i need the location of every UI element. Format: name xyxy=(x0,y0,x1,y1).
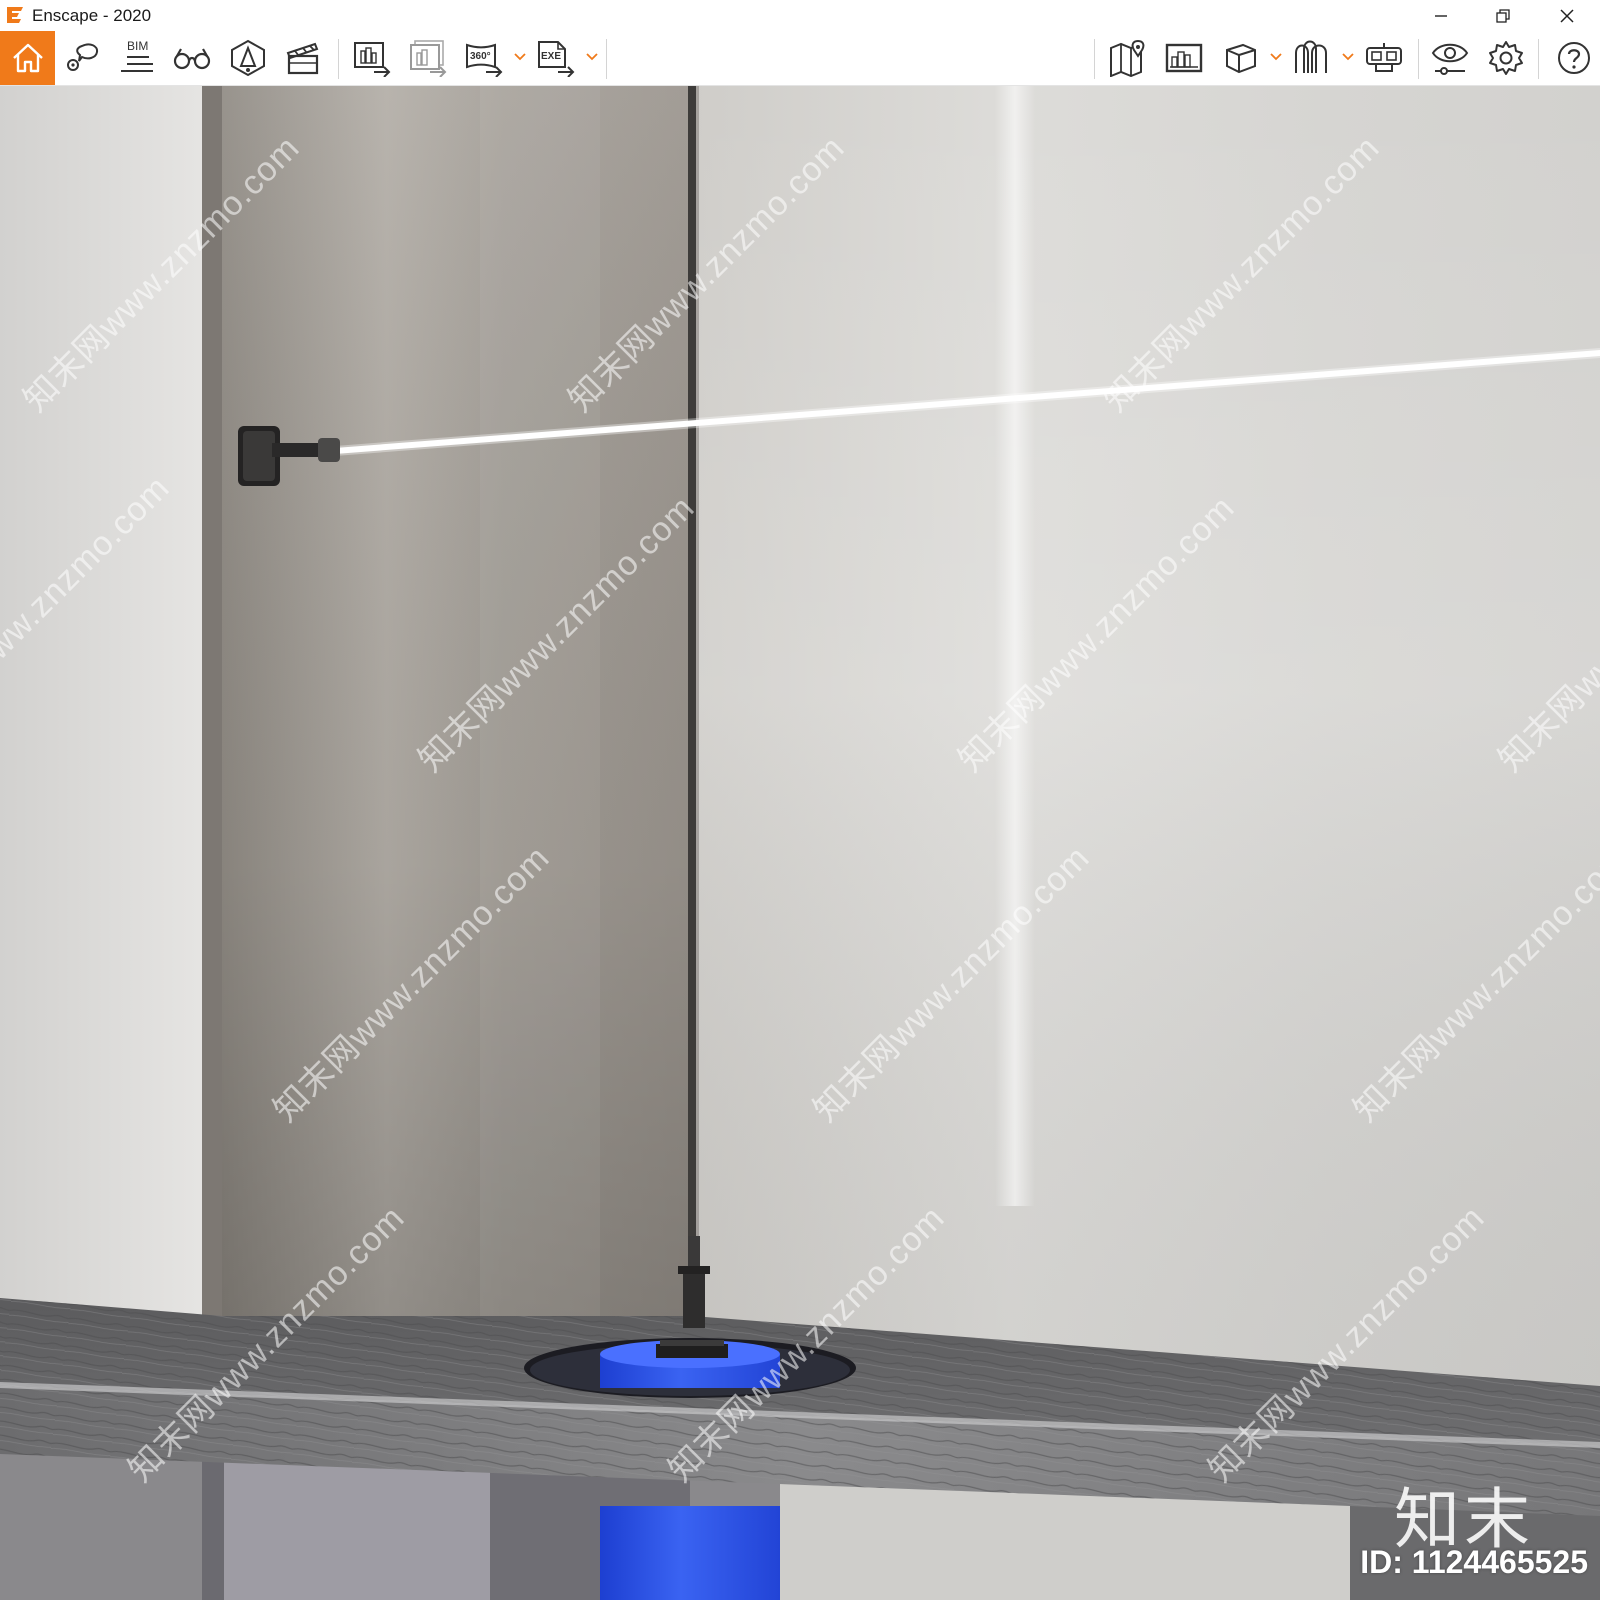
screenshot-export-icon xyxy=(354,42,391,77)
bim-icon: BIM xyxy=(121,39,153,72)
asset-library-button[interactable] xyxy=(1214,31,1266,85)
svg-text:EXE: EXE xyxy=(541,51,561,62)
visual-settings-icon xyxy=(1431,43,1469,75)
chevron-down-icon xyxy=(1270,53,1282,61)
restore-icon xyxy=(1496,8,1510,23)
help-button[interactable] xyxy=(1548,31,1600,85)
exe-dropdown-caret[interactable] xyxy=(584,49,600,65)
chevron-down-icon xyxy=(1342,53,1354,61)
render-scene xyxy=(0,86,1600,1600)
vr-headset-icon xyxy=(1366,43,1402,72)
map-button[interactable] xyxy=(1102,31,1154,85)
bim-button[interactable]: BIM xyxy=(111,31,163,85)
enscape-window: Enscape - 2020 BIM 360° EXE 知末网www.znzmo… xyxy=(0,0,1600,1600)
toolbar-separator xyxy=(338,39,339,79)
exe-export-button[interactable]: EXE xyxy=(530,31,582,85)
minimize-icon xyxy=(1435,14,1447,17)
gear-icon xyxy=(1489,41,1523,75)
settings-button[interactable] xyxy=(1480,31,1532,85)
home-icon xyxy=(12,43,43,73)
close-button[interactable] xyxy=(1536,0,1598,31)
enscape-logo-icon xyxy=(7,7,23,23)
panorama-dropdown-caret[interactable] xyxy=(512,49,528,65)
exe-export-icon: EXE xyxy=(538,41,575,77)
title-bar: Enscape - 2020 xyxy=(0,0,1600,31)
minimap-icon xyxy=(1165,43,1203,73)
help-icon xyxy=(1558,42,1590,74)
asset-dropdown-caret[interactable] xyxy=(1268,49,1284,65)
render-viewport[interactable]: 知末网www.znzmo.com 知末网www.znzmo.com 知末网www… xyxy=(0,86,1600,1600)
chevron-down-icon xyxy=(514,53,526,61)
views-button[interactable] xyxy=(57,31,109,85)
restore-button[interactable] xyxy=(1472,0,1534,31)
materials-dropdown-caret[interactable] xyxy=(1340,49,1356,65)
svg-text:BIM: BIM xyxy=(127,39,148,53)
panorama-360-button[interactable]: 360° xyxy=(458,31,510,85)
toolbar: BIM 360° EXE xyxy=(0,31,1600,112)
close-icon xyxy=(1560,8,1574,23)
chevron-down-icon xyxy=(586,53,598,61)
asset-library-icon xyxy=(1226,43,1256,74)
visual-settings-button[interactable] xyxy=(1424,31,1476,85)
minimap-button[interactable] xyxy=(1158,31,1210,85)
screenshot-export-button[interactable] xyxy=(346,31,398,85)
map-icon xyxy=(1110,39,1145,77)
toolbar-separator xyxy=(606,39,607,79)
toolbar-separator xyxy=(1538,39,1539,79)
panorama-360-icon: 360° xyxy=(466,43,503,77)
toolbar-separator xyxy=(1094,39,1095,79)
video-editor-icon xyxy=(286,42,319,75)
window-title: Enscape - 2020 xyxy=(32,6,152,25)
binoculars-button[interactable] xyxy=(166,31,218,85)
views-icon xyxy=(67,43,99,71)
materials-icon xyxy=(1295,40,1327,73)
batch-render-icon xyxy=(410,40,447,77)
materials-button[interactable] xyxy=(1286,31,1338,85)
home-button[interactable] xyxy=(0,31,55,85)
minimize-button[interactable] xyxy=(1410,0,1472,31)
vr-headset-button[interactable] xyxy=(1358,31,1410,85)
binoculars-icon xyxy=(173,48,211,70)
batch-render-button[interactable] xyxy=(402,31,454,85)
image-id-label: ID: 1124465525 xyxy=(1360,1544,1588,1580)
video-editor-button[interactable] xyxy=(277,31,329,85)
toolbar-separator xyxy=(1418,39,1419,79)
light-view-button[interactable] xyxy=(222,31,274,85)
light-view-icon xyxy=(231,39,265,77)
svg-text:360°: 360° xyxy=(470,51,491,62)
